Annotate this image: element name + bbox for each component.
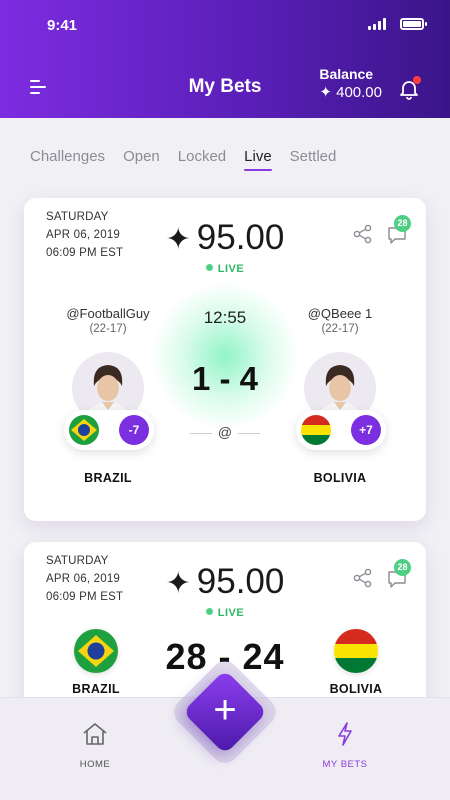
bet-card[interactable]: SATURDAY APR 06, 2019 06:09 PM EST ✦ 95.0… (24, 198, 426, 521)
brazil-flag-icon (69, 415, 99, 445)
home-team-name: BRAZIL (84, 471, 132, 485)
bet-amount: ✦ 95.00 (152, 562, 298, 602)
home-team-name: BRAZIL (72, 682, 120, 696)
page-title: My Bets (188, 76, 262, 97)
home-team-pill: -7 (64, 410, 154, 450)
live-dot-icon (205, 608, 213, 615)
tab-settled[interactable]: Settled (290, 148, 337, 165)
live-score: 1 - 4 (191, 360, 259, 397)
battery-icon (400, 18, 427, 30)
bet-amount: ✦ 95.00 (152, 218, 298, 258)
bolivia-flag-icon (301, 415, 331, 445)
notification-dot (413, 76, 421, 84)
away-team-name: BOLIVIA (329, 682, 383, 696)
signal-icon (368, 18, 386, 30)
nav-my-bets[interactable]: MY BETS (300, 720, 390, 770)
share-icon[interactable] (352, 223, 374, 245)
live-status: LIVE (152, 607, 298, 619)
add-bet-button-wrap: + (168, 655, 282, 769)
away-player-record: (22-17) (321, 323, 359, 335)
away-spread-badge: +7 (351, 415, 381, 445)
chat-count-badge: 28 (394, 215, 411, 232)
at-symbol: @ (217, 424, 233, 440)
balance-value: ✦ 400.00 (319, 84, 382, 101)
coin-sparkle-icon: ✦ (165, 223, 191, 256)
tab-live[interactable]: Live (244, 148, 272, 171)
nav-my-bets-label: MY BETS (322, 759, 368, 770)
bet-day: SATURDAY (46, 211, 109, 223)
bet-amount-value: 95.00 (196, 562, 285, 601)
away-team-pill: +7 (296, 410, 386, 450)
nav-home-label: HOME (79, 759, 111, 770)
bet-time: 06:09 PM EST (46, 247, 124, 259)
home-icon (83, 723, 107, 745)
bet-datetime: SATURDAY APR 06, 2019 06:09 PM EST (46, 208, 123, 262)
live-label: LIVE (217, 607, 245, 619)
bet-datetime: SATURDAY APR 06, 2019 06:09 PM EST (46, 552, 123, 606)
live-label: LIVE (217, 263, 245, 275)
balance-label: Balance (319, 66, 374, 82)
game-clock: 12:55 (203, 308, 247, 327)
bet-date: APR 06, 2019 (46, 573, 121, 585)
bolivia-flag-icon (334, 629, 378, 673)
status-icons (368, 18, 427, 30)
app-header: 9:41 My Bets Balance ✦ 400.00 (0, 0, 450, 118)
live-dot-icon (205, 264, 213, 271)
coin-sparkle-icon: ✦ (165, 567, 191, 600)
away-team-name: BOLIVIA (313, 471, 367, 485)
nav-home[interactable]: HOME (50, 720, 140, 770)
home-spread-badge: -7 (119, 415, 149, 445)
brazil-flag-icon (74, 629, 118, 673)
divider (238, 433, 260, 434)
share-icon[interactable] (352, 567, 374, 589)
tab-locked[interactable]: Locked (178, 148, 226, 165)
home-player-record: (22-17) (89, 323, 127, 335)
tab-open[interactable]: Open (123, 148, 160, 165)
bet-time: 06:09 PM EST (46, 591, 124, 603)
away-player-username[interactable]: @QBeee 1 (280, 306, 400, 321)
balance-display: Balance ✦ 400.00 (319, 66, 382, 101)
add-bet-button[interactable] (182, 669, 268, 755)
chat-count-badge: 28 (394, 559, 411, 576)
live-glow (150, 281, 300, 431)
status-time: 9:41 (47, 17, 78, 34)
tab-challenges[interactable]: Challenges (30, 148, 105, 165)
lightning-icon (338, 722, 352, 746)
home-player-username[interactable]: @FootballGuy (48, 306, 168, 321)
bet-tabs: Challenges Open Locked Live Settled (30, 148, 354, 171)
bet-amount-value: 95.00 (196, 218, 285, 257)
notification-bell-icon[interactable] (398, 76, 421, 100)
live-status: LIVE (152, 263, 298, 275)
bet-day: SATURDAY (46, 555, 109, 567)
bet-date: APR 06, 2019 (46, 229, 121, 241)
